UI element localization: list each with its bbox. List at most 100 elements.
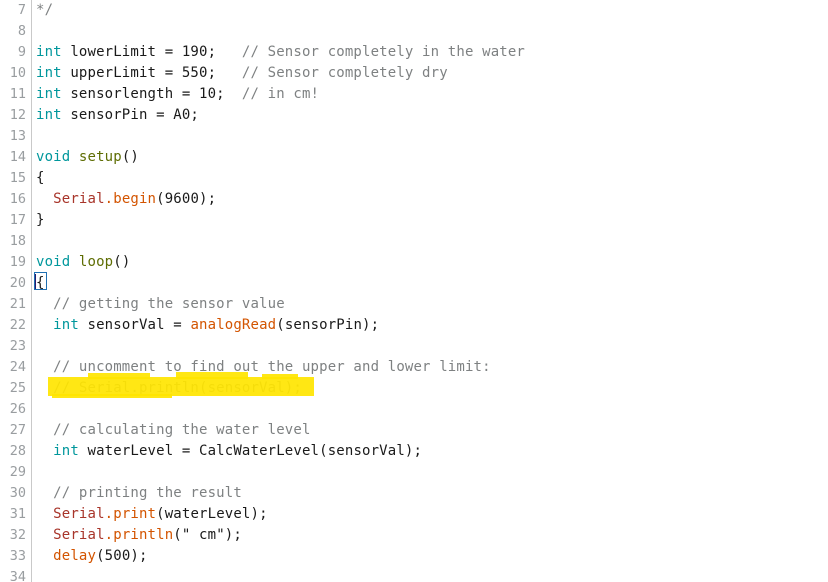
code-line[interactable]: 10 int upperLimit = 550; // Sensor compl…: [0, 63, 828, 84]
object-token: Serial: [53, 191, 105, 207]
line-content: delay(500);: [36, 546, 148, 567]
line-number: 14: [9, 149, 26, 165]
line-number: 31: [9, 506, 26, 522]
keyword-token: int: [53, 317, 79, 333]
code-line[interactable]: 27 // calculating the water level: [0, 420, 828, 441]
code-lines[interactable]: 7 */ 8 9 int lowerLimit = 190; // Sensor…: [0, 0, 828, 582]
keyword-token: int: [36, 107, 62, 123]
code-line[interactable]: 31 Serial.print(waterLevel);: [0, 504, 828, 525]
brace-token: {: [36, 275, 45, 291]
code-line[interactable]: 22 int sensorVal = analogRead(sensorPin)…: [0, 315, 828, 336]
line-number: 34: [9, 569, 26, 582]
line-number: 23: [9, 338, 26, 354]
code-line[interactable]: 28 int waterLevel = CalcWaterLevel(senso…: [0, 441, 828, 462]
plain-token: sensorVal =: [78, 317, 191, 333]
object-token: Serial: [53, 527, 105, 543]
code-line[interactable]: 34: [0, 567, 828, 582]
code-line[interactable]: 24 // uncomment to find out the upper an…: [0, 357, 828, 378]
code-line[interactable]: 14 void setup(): [0, 147, 828, 168]
string-token: (" cm");: [173, 527, 242, 543]
method-token: .begin: [104, 191, 157, 207]
code-editor[interactable]: 7 */ 8 9 int lowerLimit = 190; // Sensor…: [0, 0, 828, 582]
code-line[interactable]: 19 void loop(): [0, 252, 828, 273]
indent-token: [36, 443, 53, 459]
code-line-highlighted[interactable]: 25 // Serial.println(sensorVal);: [0, 378, 828, 399]
line-content: {: [36, 273, 45, 294]
line-content: Serial.begin(9600);: [36, 189, 216, 210]
line-content: int lowerLimit = 190; // Sensor complete…: [36, 42, 525, 63]
comment-token: // getting the sensor value: [53, 296, 285, 312]
code-line[interactable]: 29: [0, 462, 828, 483]
plain-token: waterLevel = CalcWaterLevel(sensorVal);: [78, 443, 423, 459]
line-content: }: [36, 210, 45, 231]
line-number: 32: [9, 527, 26, 543]
line-number: 25: [9, 380, 26, 396]
code-line[interactable]: 7 */: [0, 0, 828, 21]
code-line[interactable]: 30 // printing the result: [0, 483, 828, 504]
comment-token: // Sensor completely dry: [241, 65, 448, 81]
line-number: 28: [9, 443, 26, 459]
line-content: void loop(): [36, 252, 130, 273]
code-line[interactable]: 8: [0, 21, 828, 42]
code-line[interactable]: 32 Serial.println(" cm");: [0, 525, 828, 546]
line-number: 11: [9, 86, 26, 102]
line-content: void setup(): [36, 147, 139, 168]
function-call-token: delay: [53, 548, 97, 564]
code-line[interactable]: 26: [0, 399, 828, 420]
code-line[interactable]: 11 int sensorlength = 10; // in cm!: [0, 84, 828, 105]
code-line[interactable]: 20 {: [0, 273, 828, 294]
line-number: 12: [9, 107, 26, 123]
line-content: Serial.println(" cm");: [36, 525, 242, 546]
comment-token: // uncomment to find out the upper and l…: [53, 359, 491, 375]
line-number: 26: [9, 401, 26, 417]
keyword-token: int: [36, 86, 62, 102]
plain-token: sensorlength = 10;: [61, 86, 242, 102]
code-line[interactable]: 23: [0, 336, 828, 357]
code-line[interactable]: 17 }: [0, 210, 828, 231]
code-line[interactable]: 13: [0, 126, 828, 147]
object-token: Serial: [53, 506, 105, 522]
plain-token: (): [113, 254, 131, 270]
code-line[interactable]: 18: [0, 231, 828, 252]
plain-token: (waterLevel);: [156, 506, 268, 522]
comment-token: // printing the result: [53, 485, 242, 501]
code-line[interactable]: 12 int sensorPin = A0;: [0, 105, 828, 126]
code-line[interactable]: 15 {: [0, 168, 828, 189]
method-token: .println: [104, 527, 174, 543]
plain-token: upperLimit = 550;: [61, 65, 242, 81]
indent-token: [36, 296, 53, 312]
keyword-token: void: [36, 254, 71, 270]
method-token: .print: [104, 506, 157, 522]
indent-token: [36, 506, 53, 522]
brace-token: }: [36, 212, 45, 228]
line-number: 24: [9, 359, 26, 375]
line-content: */: [36, 0, 53, 21]
line-number: 18: [9, 233, 26, 249]
line-content: int sensorlength = 10; // in cm!: [36, 84, 319, 105]
line-content: int sensorPin = A0;: [36, 105, 199, 126]
line-number: 20: [9, 275, 26, 291]
line-number: 30: [9, 485, 26, 501]
plain-token: sensorPin = A0;: [61, 107, 200, 123]
comment-token: // in cm!: [241, 86, 320, 102]
code-line[interactable]: 21 // getting the sensor value: [0, 294, 828, 315]
comment-token: // Sensor completely in the water: [241, 44, 526, 60]
indent-token: [36, 485, 53, 501]
keyword-token: int: [53, 443, 79, 459]
line-content: // getting the sensor value: [36, 294, 285, 315]
keyword-token: void: [36, 149, 71, 165]
line-number: 9: [17, 44, 26, 60]
keyword-token: int: [36, 44, 62, 60]
keyword-token: int: [36, 65, 62, 81]
code-line[interactable]: 9 int lowerLimit = 190; // Sensor comple…: [0, 42, 828, 63]
code-line[interactable]: 16 Serial.begin(9600);: [0, 189, 828, 210]
brace-token: {: [36, 170, 45, 186]
line-content: // Serial.println(sensorVal);: [36, 378, 302, 399]
indent-token: [36, 422, 53, 438]
code-line[interactable]: 33 delay(500);: [0, 546, 828, 567]
line-number: 10: [9, 65, 26, 81]
plain-token: (): [121, 149, 139, 165]
indent-token: [36, 359, 53, 375]
